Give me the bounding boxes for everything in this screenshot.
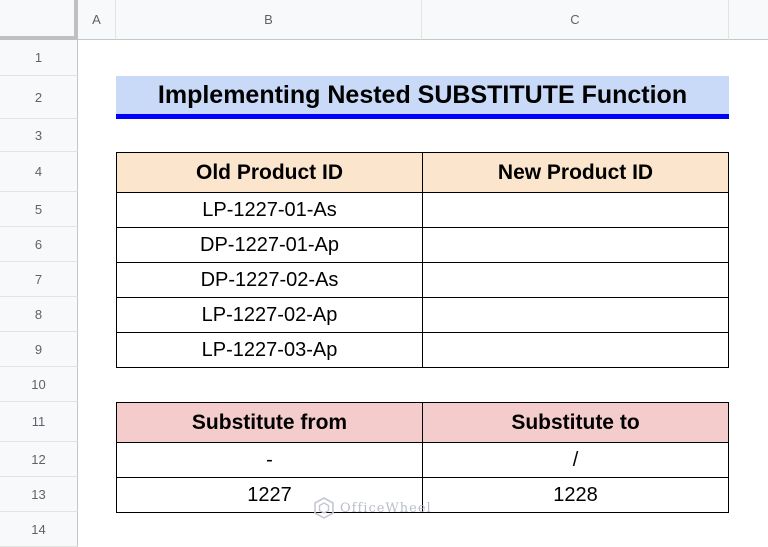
row-header-3[interactable]: 3 (0, 119, 78, 152)
old-product-id-cell[interactable]: DP-1227-01-Ap (116, 227, 422, 262)
officewheel-logo-icon (314, 497, 334, 519)
substitute-to-cell[interactable]: / (422, 442, 728, 477)
header-substitute-from[interactable]: Substitute from (116, 402, 422, 442)
title-underline (116, 114, 729, 119)
column-header-d[interactable] (729, 0, 768, 40)
row-header-8[interactable]: 8 (0, 297, 78, 332)
old-product-id-cell[interactable]: DP-1227-02-As (116, 262, 422, 297)
row-header-6[interactable]: 6 (0, 227, 78, 262)
new-product-id-cell[interactable] (422, 262, 728, 297)
row-header-7[interactable]: 7 (0, 262, 78, 297)
row-header-11[interactable]: 11 (0, 402, 78, 442)
substitute-from-cell[interactable]: - (116, 442, 422, 477)
row-header-1[interactable]: 1 (0, 40, 78, 76)
column-header-b[interactable]: B (116, 0, 422, 40)
row-header-9[interactable]: 9 (0, 332, 78, 367)
new-product-id-cell[interactable] (422, 227, 728, 262)
column-header-a[interactable]: A (78, 0, 116, 40)
header-old-product-id[interactable]: Old Product ID (116, 152, 422, 192)
header-substitute-to[interactable]: Substitute to (422, 402, 728, 442)
row-header-14[interactable]: 14 (0, 512, 78, 547)
new-product-id-cell[interactable] (422, 192, 728, 227)
sheet-title: Implementing Nested SUBSTITUTE Function (157, 80, 688, 109)
row-header-13[interactable]: 13 (0, 477, 78, 512)
row-header-4[interactable]: 4 (0, 152, 78, 192)
new-product-id-cell[interactable] (422, 332, 728, 367)
column-header-c[interactable]: C (422, 0, 729, 40)
row-header-12[interactable]: 12 (0, 442, 78, 477)
select-all-corner[interactable] (0, 0, 78, 40)
substitute-to-cell[interactable]: 1228 (422, 477, 728, 512)
old-product-id-cell[interactable]: LP-1227-01-As (116, 192, 422, 227)
old-product-id-cell[interactable]: LP-1227-03-Ap (116, 332, 422, 367)
watermark-text: OfficeWheel (340, 500, 432, 516)
row-header-10[interactable]: 10 (0, 367, 78, 402)
row-header-5[interactable]: 5 (0, 192, 78, 227)
officewheel-watermark: OfficeWheel (312, 492, 432, 524)
old-product-id-cell[interactable]: LP-1227-02-Ap (116, 297, 422, 332)
row-header-2[interactable]: 2 (0, 76, 78, 119)
new-product-id-cell[interactable] (422, 297, 728, 332)
header-new-product-id[interactable]: New Product ID (422, 152, 728, 192)
sheet-title-cell[interactable]: Implementing Nested SUBSTITUTE Function (116, 76, 729, 114)
